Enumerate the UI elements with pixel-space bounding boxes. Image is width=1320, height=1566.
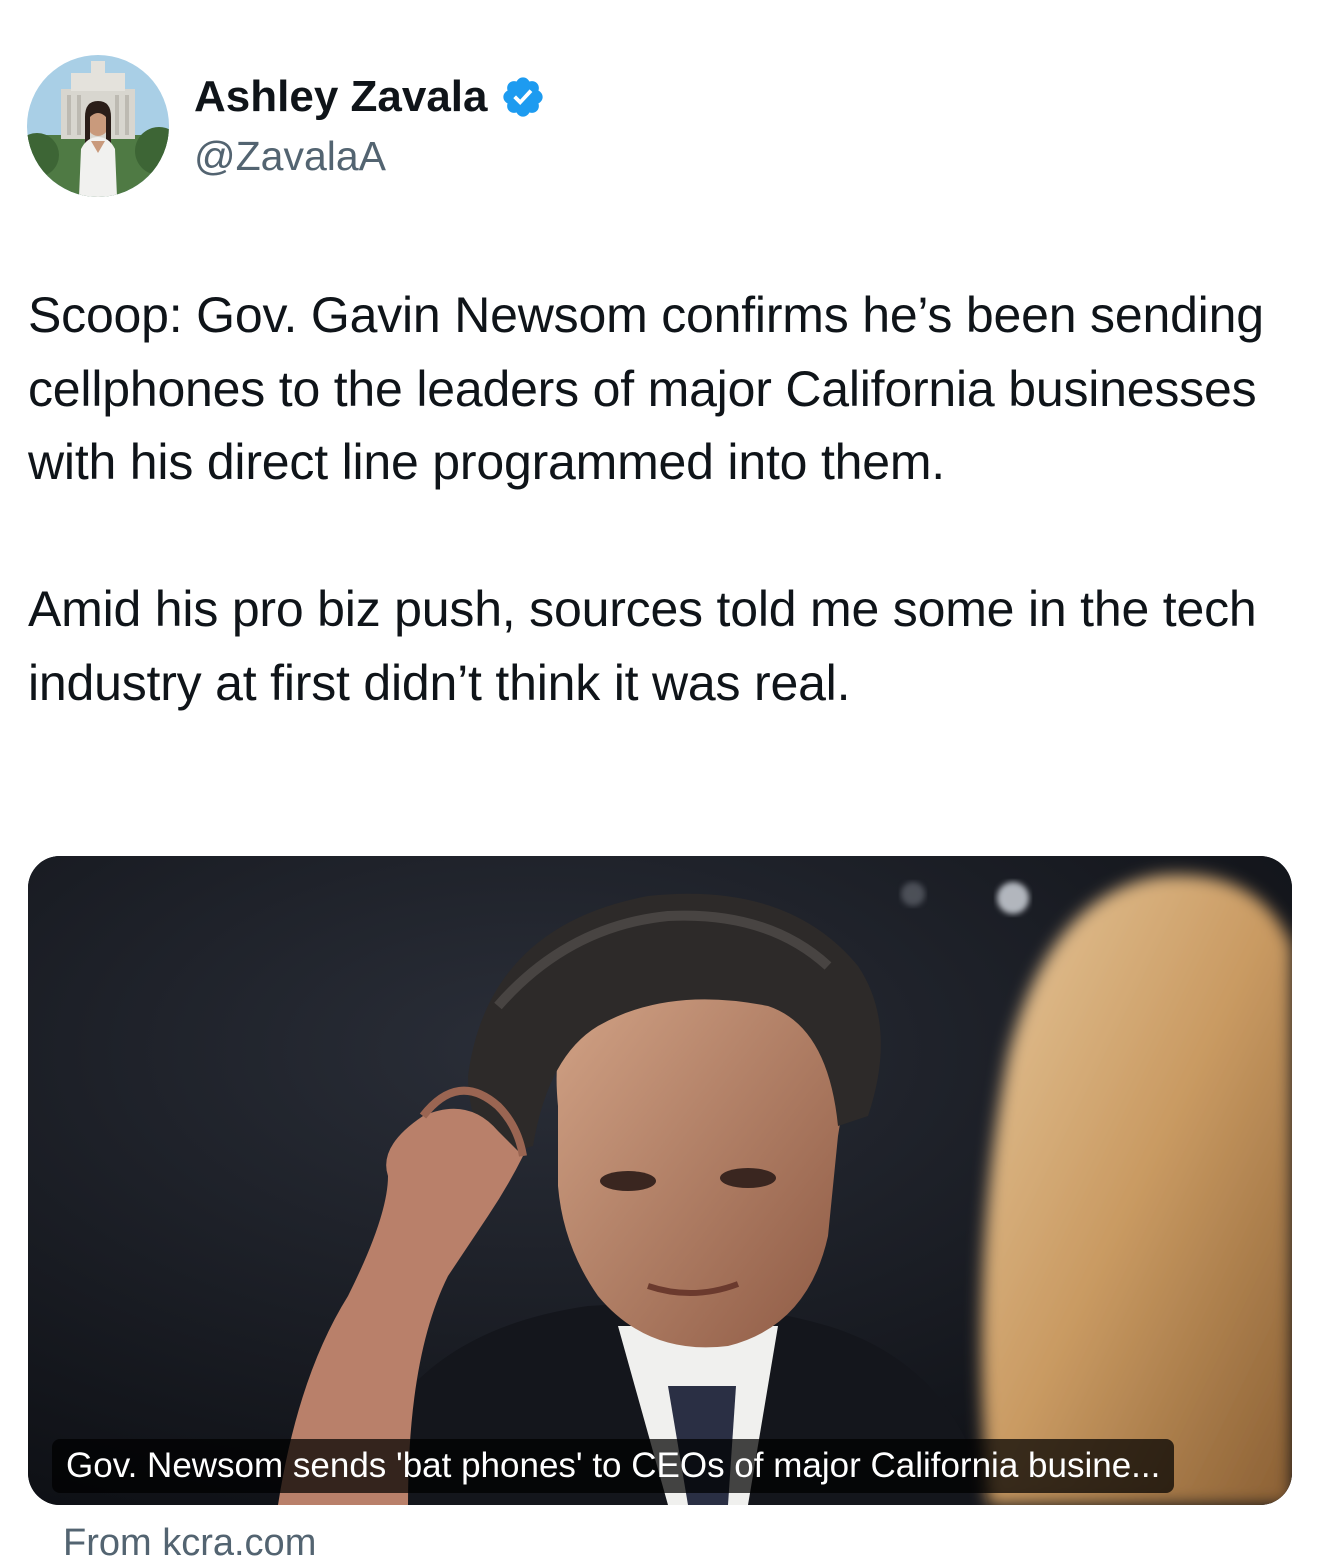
link-preview-card[interactable]: Gov. Newsom sends 'bat phones' to CEOs o… (28, 856, 1292, 1505)
link-preview-title: Gov. Newsom sends 'bat phones' to CEOs o… (52, 1439, 1175, 1493)
avatar-image (27, 55, 169, 197)
tweet-paragraph: Amid his pro biz push, sources told me s… (28, 581, 1257, 711)
verified-badge-icon (500, 74, 546, 120)
author-name[interactable]: Ashley Zavala (194, 70, 546, 124)
tweet-paragraph: Scoop: Gov. Gavin Newsom confirms he’s b… (28, 287, 1264, 490)
author-avatar[interactable] (27, 55, 169, 197)
author-name-text: Ashley Zavala (194, 72, 488, 121)
tweet-body: Scoop: Gov. Gavin Newsom confirms he’s b… (28, 279, 1303, 720)
link-preview-image (28, 856, 1292, 1505)
link-preview-source[interactable]: From kcra.com (63, 1520, 316, 1566)
author-handle[interactable]: @ZavalaA (194, 131, 386, 181)
